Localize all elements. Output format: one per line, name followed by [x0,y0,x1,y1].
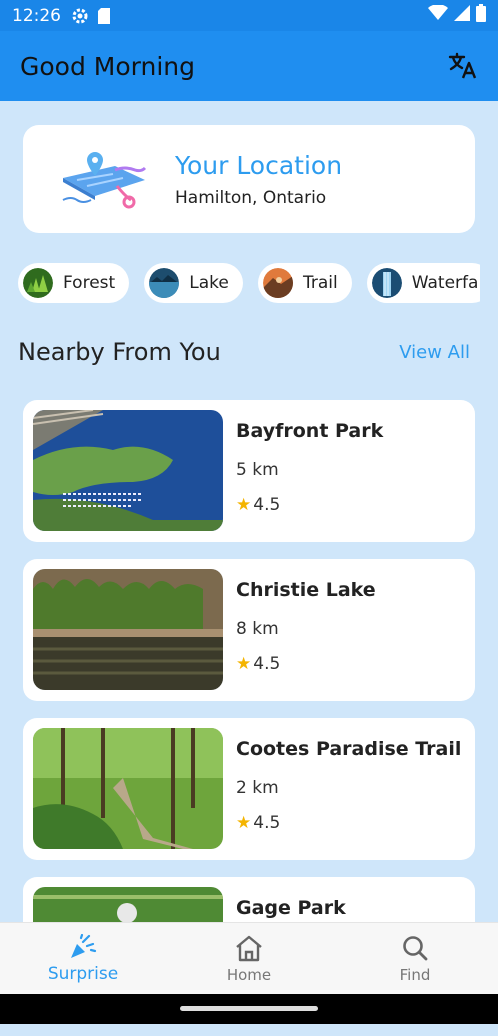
app-bar: Good Morning [0,31,498,101]
home-gesture-pill[interactable] [180,1006,318,1011]
rating-value: 4.5 [253,495,281,515]
battery-icon [476,4,486,27]
status-time: 12:26 [12,5,61,26]
nav-find[interactable]: Find [332,923,498,995]
star-icon: ★ [236,654,252,674]
chip-trail[interactable]: Trail [257,263,352,303]
place-name: Christie Lake [236,579,376,601]
place-rating: ★ 4.5 [236,654,280,674]
place-image [33,410,223,531]
chip-label: Waterfa [411,273,479,293]
chip-waterfall[interactable]: Waterfa [366,263,480,303]
category-chips: Forest Lake Trail Waterfa [18,263,480,305]
waterfall-icon [371,268,402,298]
nav-label: Surprise [47,964,119,984]
signal-icon [454,5,470,26]
wifi-icon [428,4,448,26]
translate-button[interactable] [446,49,480,83]
place-rating: ★ 4.5 [236,495,280,515]
place-rating: ★ 4.5 [236,813,280,833]
party-popper-icon [71,934,97,958]
nav-label: Find [399,966,431,984]
translate-icon [448,52,477,79]
place-card-cootes-paradise-trail[interactable]: Cootes Paradise Trail 2 km ★ 4.5 [23,718,475,860]
place-distance: 8 km [236,619,279,639]
chip-lake[interactable]: Lake [144,263,243,303]
section-title: Nearby From You [18,338,221,366]
status-bar: 12:26 [0,0,498,31]
place-image [33,569,223,690]
page-title: Good Morning [20,51,195,81]
settings-icon [71,7,89,25]
star-icon: ★ [236,495,252,515]
view-all-link[interactable]: View All [399,342,470,363]
lake-icon [149,268,180,298]
trail-icon [262,268,293,298]
rating-value: 4.5 [253,654,281,674]
star-icon: ★ [236,813,252,833]
nav-surprise[interactable]: Surprise [0,923,166,995]
place-card-christie-lake[interactable]: Christie Lake 8 km ★ 4.5 [23,559,475,701]
place-name: Bayfront Park [236,420,384,442]
sd-card-icon [97,7,111,25]
bottom-nav: Surprise Home Find [0,922,498,995]
place-card-bayfront-park[interactable]: Bayfront Park 5 km ★ 4.5 [23,400,475,542]
chip-label: Forest [63,273,116,293]
home-icon [236,935,262,962]
system-nav-bar [0,994,498,1024]
rating-value: 4.5 [253,813,281,833]
location-title: Your Location [175,150,343,180]
map-pin-illustration [45,125,165,233]
chip-label: Trail [302,273,338,293]
place-distance: 2 km [236,778,279,798]
nav-label: Home [226,966,272,984]
chip-label: Lake [189,273,229,293]
location-card[interactable]: Your Location Hamilton, Ontario [23,125,475,233]
search-icon [403,936,428,961]
place-distance: 5 km [236,460,279,480]
place-image [33,728,223,849]
forest-icon [23,268,53,298]
place-name: Cootes Paradise Trail [236,738,462,760]
place-name: Gage Park [236,897,346,919]
location-city: Hamilton, Ontario [175,187,327,208]
nav-home[interactable]: Home [166,923,332,995]
chip-forest[interactable]: Forest [18,263,130,303]
